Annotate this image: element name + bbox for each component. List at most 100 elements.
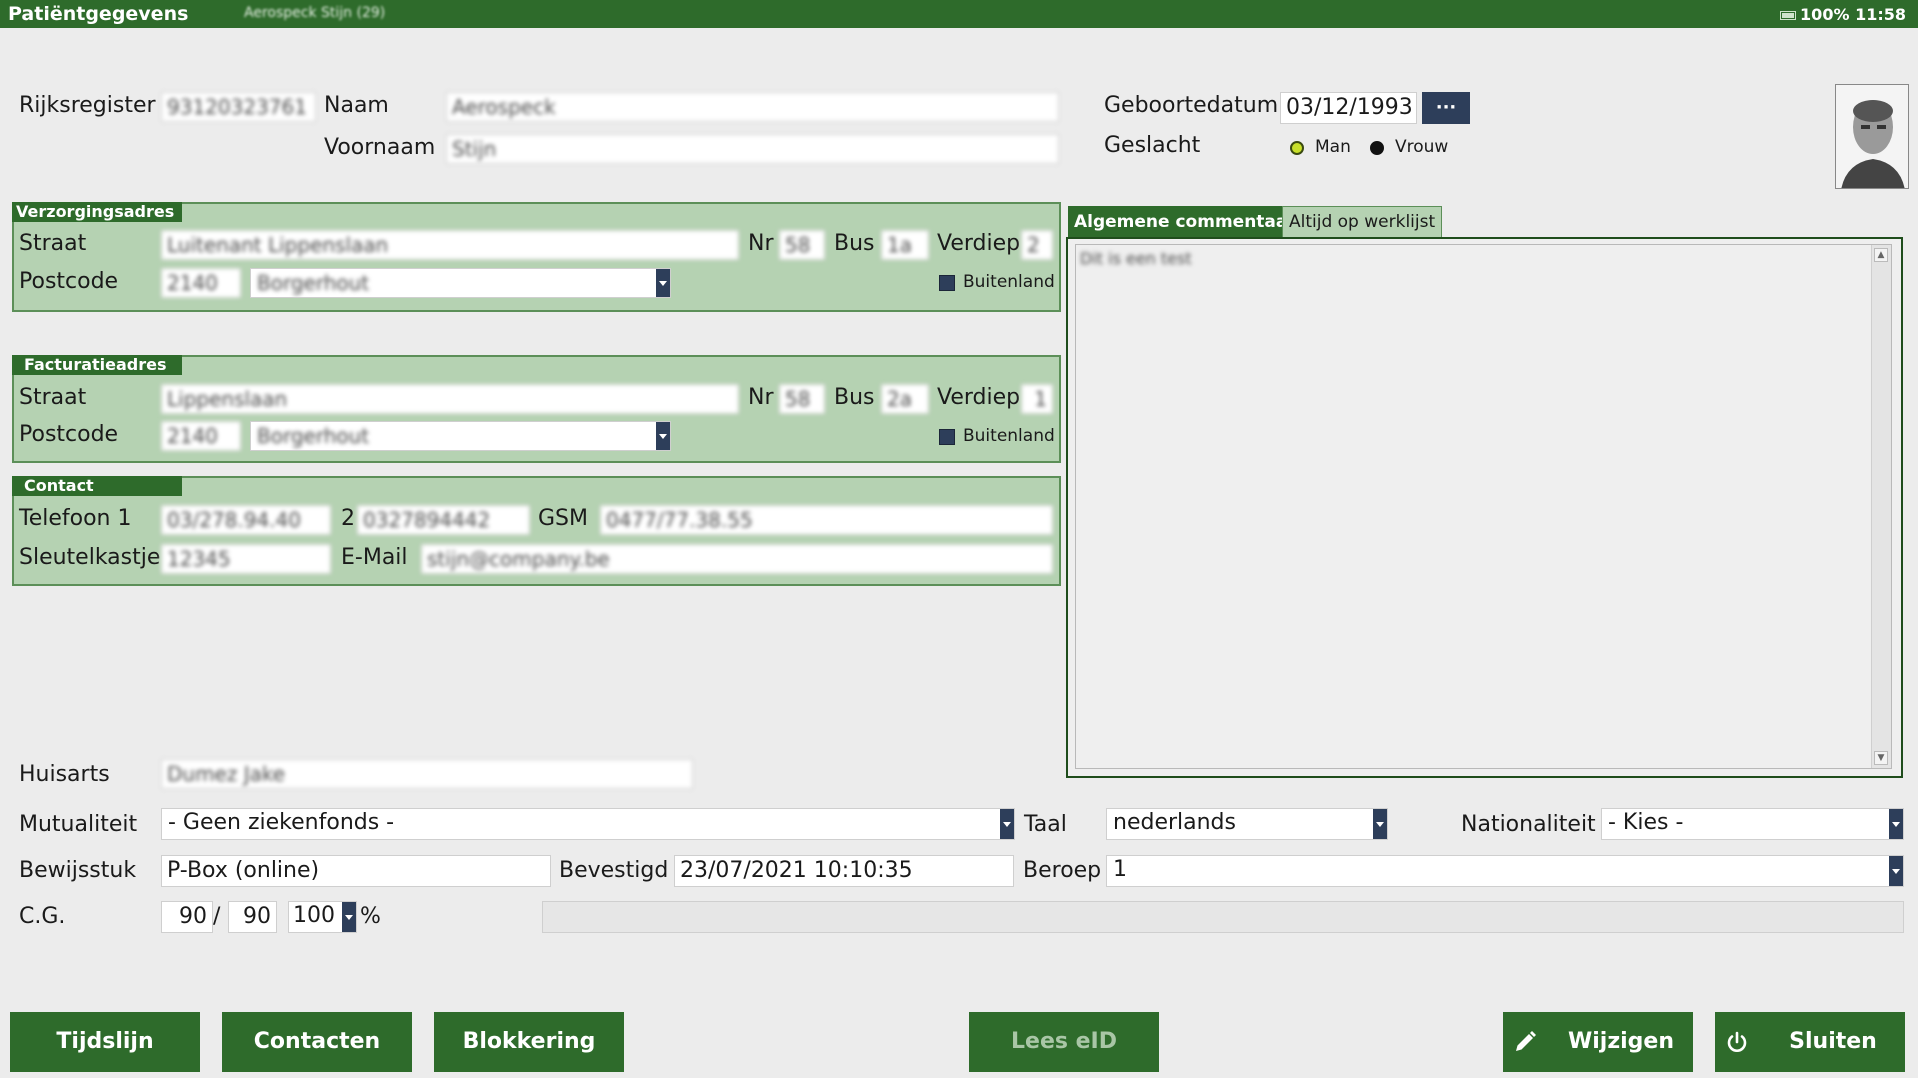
cg-value-3: 100 — [293, 903, 335, 928]
comment-scrollbar[interactable]: ▲ ▼ — [1871, 245, 1891, 768]
window-title: Patiëntgegevens — [8, 3, 189, 25]
battery-icon — [1780, 11, 1797, 20]
verzorging-buitenland-label: Buitenland — [963, 272, 1055, 292]
geslacht-label: Geslacht — [1104, 133, 1201, 158]
contact-title: Contact — [12, 476, 182, 496]
chevron-down-icon[interactable] — [656, 422, 670, 450]
cg-percentage-dropdown[interactable]: 100 — [288, 901, 357, 933]
verzorging-verdiep-input[interactable]: 2 — [1021, 230, 1053, 260]
geboortedatum-input[interactable]: 03/12/1993 — [1280, 92, 1417, 124]
taal-dropdown[interactable]: nederlands — [1106, 808, 1388, 840]
verzorgingsadres-title: Verzorgingsadres — [12, 202, 182, 222]
rijksregister-label: Rijksregister — [19, 93, 156, 118]
naam-input[interactable]: Aerospeck — [446, 92, 1059, 122]
bevestigd-label: Bevestigd — [559, 858, 669, 883]
mutualiteit-label: Mutualiteit — [19, 812, 138, 837]
sleutelkastje-input[interactable]: 12345 — [161, 544, 331, 574]
facturatie-bus-input[interactable]: 2a — [881, 384, 929, 414]
facturatie-verdiep-input[interactable]: 1 — [1021, 384, 1053, 414]
beroep-value: 1 — [1113, 857, 1127, 882]
verzorging-nr-input[interactable]: 58 — [779, 230, 825, 260]
mutualiteit-dropdown[interactable]: - Geen ziekenfonds - — [161, 808, 1015, 840]
voornaam-input[interactable]: Stijn — [446, 134, 1059, 164]
gsm-label: GSM — [538, 506, 588, 531]
verzorging-gemeente-value: Borgerhout — [257, 271, 370, 295]
scroll-up-icon[interactable]: ▲ — [1874, 248, 1888, 262]
telefoon1-label: Telefoon 1 — [19, 506, 132, 531]
facturatie-bus-label: Bus — [834, 385, 875, 410]
patient-photo — [1835, 84, 1909, 189]
comments-panel: Dit is een test ▲ ▼ — [1066, 237, 1903, 778]
huisarts-label: Huisarts — [19, 762, 110, 787]
sleutelkastje-label: Sleutelkastje — [19, 545, 161, 570]
tijdslijn-button[interactable]: Tijdslijn — [10, 1012, 200, 1072]
wijzigen-label: Wijzigen — [1567, 1029, 1675, 1054]
verzorging-postcode-label: Postcode — [19, 269, 119, 294]
beroep-dropdown[interactable]: 1 — [1106, 855, 1904, 887]
chevron-down-icon[interactable] — [656, 269, 670, 297]
telefoon1-input[interactable]: 03/278.94.40 — [161, 505, 331, 535]
battery-level: 100% — [1800, 5, 1850, 24]
telefoon2-input[interactable]: 0327894442 — [357, 505, 530, 535]
rijksregister-input[interactable]: 93120323761 — [161, 92, 316, 122]
huisarts-input[interactable]: Dumez Jake — [161, 759, 693, 789]
facturatie-straat-input[interactable]: Lippenslaan — [161, 384, 739, 414]
tab-altijd-op-werklijst[interactable]: Altijd op werklijst — [1282, 206, 1443, 238]
date-picker-button[interactable]: ··· — [1422, 92, 1470, 124]
man-label: Man — [1315, 137, 1351, 157]
bewijsstuk-label: Bewijsstuk — [19, 858, 137, 883]
blokkering-button[interactable]: Blokkering — [434, 1012, 624, 1072]
facturatie-gemeente-value: Borgerhout — [257, 424, 370, 448]
verzorging-straat-label: Straat — [19, 231, 87, 256]
nationaliteit-dropdown[interactable]: - Kies - — [1601, 808, 1904, 840]
cg-value-1[interactable]: 90 — [161, 901, 213, 933]
bevestigd-input[interactable]: 23/07/2021 10:10:35 — [674, 855, 1014, 887]
pencil-icon — [1516, 1031, 1536, 1051]
chevron-down-icon[interactable] — [342, 902, 356, 932]
verzorging-bus-label: Bus — [834, 231, 875, 256]
email-label: E-Mail — [341, 545, 408, 570]
wijzigen-button[interactable]: Wijzigen — [1503, 1012, 1693, 1072]
contacten-button[interactable]: Contacten — [222, 1012, 412, 1072]
geboortedatum-label: Geboortedatum — [1104, 93, 1279, 118]
cg-label: C.G. — [19, 904, 66, 929]
chevron-down-icon[interactable] — [1889, 809, 1903, 839]
lees-eid-button[interactable]: Lees eID — [969, 1012, 1159, 1072]
beroep-label: Beroep — [1023, 858, 1102, 883]
radio-vrouw[interactable] — [1370, 141, 1384, 155]
chevron-down-icon[interactable] — [1000, 809, 1014, 839]
status-area: 100% 11:58 — [1780, 5, 1906, 24]
telefoon2-label: 2 — [341, 506, 355, 531]
mutualiteit-value: - Geen ziekenfonds - — [168, 810, 395, 835]
radio-man[interactable] — [1290, 141, 1304, 155]
verzorging-postcode-input[interactable]: 2140 — [161, 268, 241, 298]
sluiten-button[interactable]: Sluiten — [1715, 1012, 1905, 1072]
comment-textarea[interactable]: Dit is een test ▲ ▼ — [1075, 244, 1892, 769]
email-input[interactable]: stijn@company.be — [421, 544, 1053, 574]
tab-algemene-commentaar[interactable]: Algemene commentaar — [1068, 206, 1302, 238]
sluiten-label: Sluiten — [1789, 1029, 1877, 1054]
verzorging-gemeente-dropdown[interactable]: Borgerhout — [250, 268, 671, 298]
verzorging-bus-input[interactable]: 1a — [881, 230, 929, 260]
facturatie-gemeente-dropdown[interactable]: Borgerhout — [250, 421, 671, 451]
cg-separator: / — [213, 904, 221, 929]
clock: 11:58 — [1855, 5, 1906, 24]
vrouw-label: Vrouw — [1395, 137, 1449, 157]
verzorging-buitenland-checkbox[interactable] — [939, 275, 955, 291]
facturatie-nr-input[interactable]: 58 — [779, 384, 825, 414]
verzorging-straat-input[interactable]: Luitenant Lippenslaan — [161, 230, 739, 260]
power-icon — [1727, 1031, 1747, 1052]
cg-info-field — [542, 901, 1904, 933]
title-bar: Patiëntgegevens Aerospeck Stijn (29) 100… — [0, 0, 1918, 28]
gsm-input[interactable]: 0477/77.38.55 — [600, 505, 1053, 535]
scroll-down-icon[interactable]: ▼ — [1874, 751, 1888, 765]
comment-text: Dit is een test — [1080, 249, 1192, 268]
nationaliteit-label: Nationaliteit — [1461, 812, 1596, 837]
cg-value-2[interactable]: 90 — [228, 901, 277, 933]
facturatie-postcode-input[interactable]: 2140 — [161, 421, 241, 451]
chevron-down-icon[interactable] — [1373, 809, 1387, 839]
naam-label: Naam — [324, 93, 389, 118]
facturatie-buitenland-checkbox[interactable] — [939, 429, 955, 445]
bewijsstuk-input[interactable]: P-Box (online) — [161, 855, 551, 887]
chevron-down-icon[interactable] — [1889, 856, 1903, 886]
